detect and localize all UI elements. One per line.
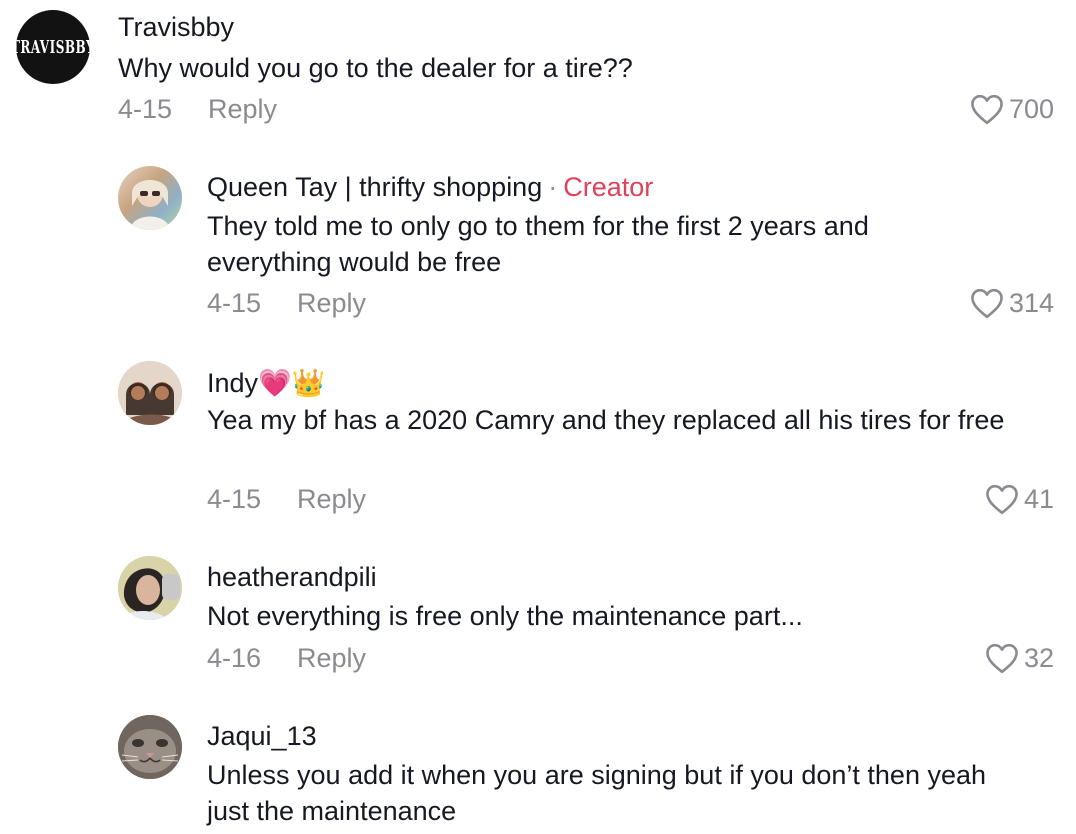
comment-heatherandpili: heatherandpili Not everything is free on…: [0, 550, 1076, 695]
comment-indy: Indy💗👑 Yea my bf has a 2020 Camry and th…: [0, 355, 1076, 535]
comment-username[interactable]: heatherandpili: [207, 562, 377, 593]
heart-outline-icon: [971, 94, 1003, 125]
like-button[interactable]: 41: [984, 483, 1054, 515]
reply-button[interactable]: Reply: [297, 288, 366, 319]
reply-button[interactable]: Reply: [297, 484, 366, 515]
comment-travisbby: TRAVISBBY Travisbby Why would you go to …: [0, 0, 1076, 140]
comment-username[interactable]: Travisbby: [118, 12, 234, 43]
avatar-logo-text: TRAVISBBY: [16, 36, 90, 58]
heart-outline-icon: [986, 643, 1018, 674]
comment-text: Not everything is free only the maintena…: [207, 601, 803, 631]
like-count: 314: [1008, 287, 1054, 318]
username-text: Queen Tay | thrifty shopping: [207, 172, 543, 202]
avatar[interactable]: [118, 715, 182, 779]
reply-button[interactable]: Reply: [208, 94, 277, 125]
comment-date: 4-15: [118, 94, 173, 124]
heart-outline-icon: [986, 484, 1018, 515]
avatar-photo-icon: [118, 715, 182, 779]
creator-separator: ·: [548, 172, 558, 202]
avatar[interactable]: [118, 361, 182, 425]
comment-username[interactable]: Jaqui_13: [207, 721, 317, 752]
avatar-photo-icon: [130, 180, 170, 230]
comment-username[interactable]: Queen Tay | thrifty shopping · Creator: [207, 172, 653, 203]
heart-outline-icon: [971, 288, 1003, 319]
avatar[interactable]: TRAVISBBY: [16, 10, 90, 84]
comment-date: 4-15: [207, 288, 262, 318]
like-button[interactable]: 32: [984, 642, 1054, 674]
avatar[interactable]: [118, 556, 182, 620]
comment-text: Yea my bf has a 2020 Camry and they repl…: [207, 405, 1005, 435]
comment-text: Why would you go to the dealer for a tir…: [118, 53, 633, 83]
comment-username[interactable]: Indy💗👑: [207, 367, 325, 399]
like-count: 32: [1023, 642, 1054, 673]
comment-text: They told me to only go to them for the …: [207, 211, 869, 277]
comment-queen-tay: Queen Tay | thrifty shopping · Creator The…: [0, 160, 1076, 340]
like-button[interactable]: 700: [969, 93, 1054, 125]
like-count: 41: [1023, 483, 1054, 514]
comment-date: 4-15: [207, 484, 262, 514]
reply-button[interactable]: Reply: [297, 643, 366, 674]
avatar-photo-icon: [118, 361, 182, 425]
like-button[interactable]: 314: [969, 287, 1054, 319]
comment-text: Unless you add it when you are signing b…: [207, 760, 987, 826]
comment-jaqui-13: Jaqui_13 Unless you add it when you are …: [0, 709, 1076, 834]
like-count: 700: [1008, 93, 1054, 124]
avatar[interactable]: [118, 166, 182, 230]
comment-date: 4-16: [207, 643, 262, 673]
avatar-photo-icon: [118, 556, 182, 620]
creator-badge: Creator: [563, 172, 654, 202]
